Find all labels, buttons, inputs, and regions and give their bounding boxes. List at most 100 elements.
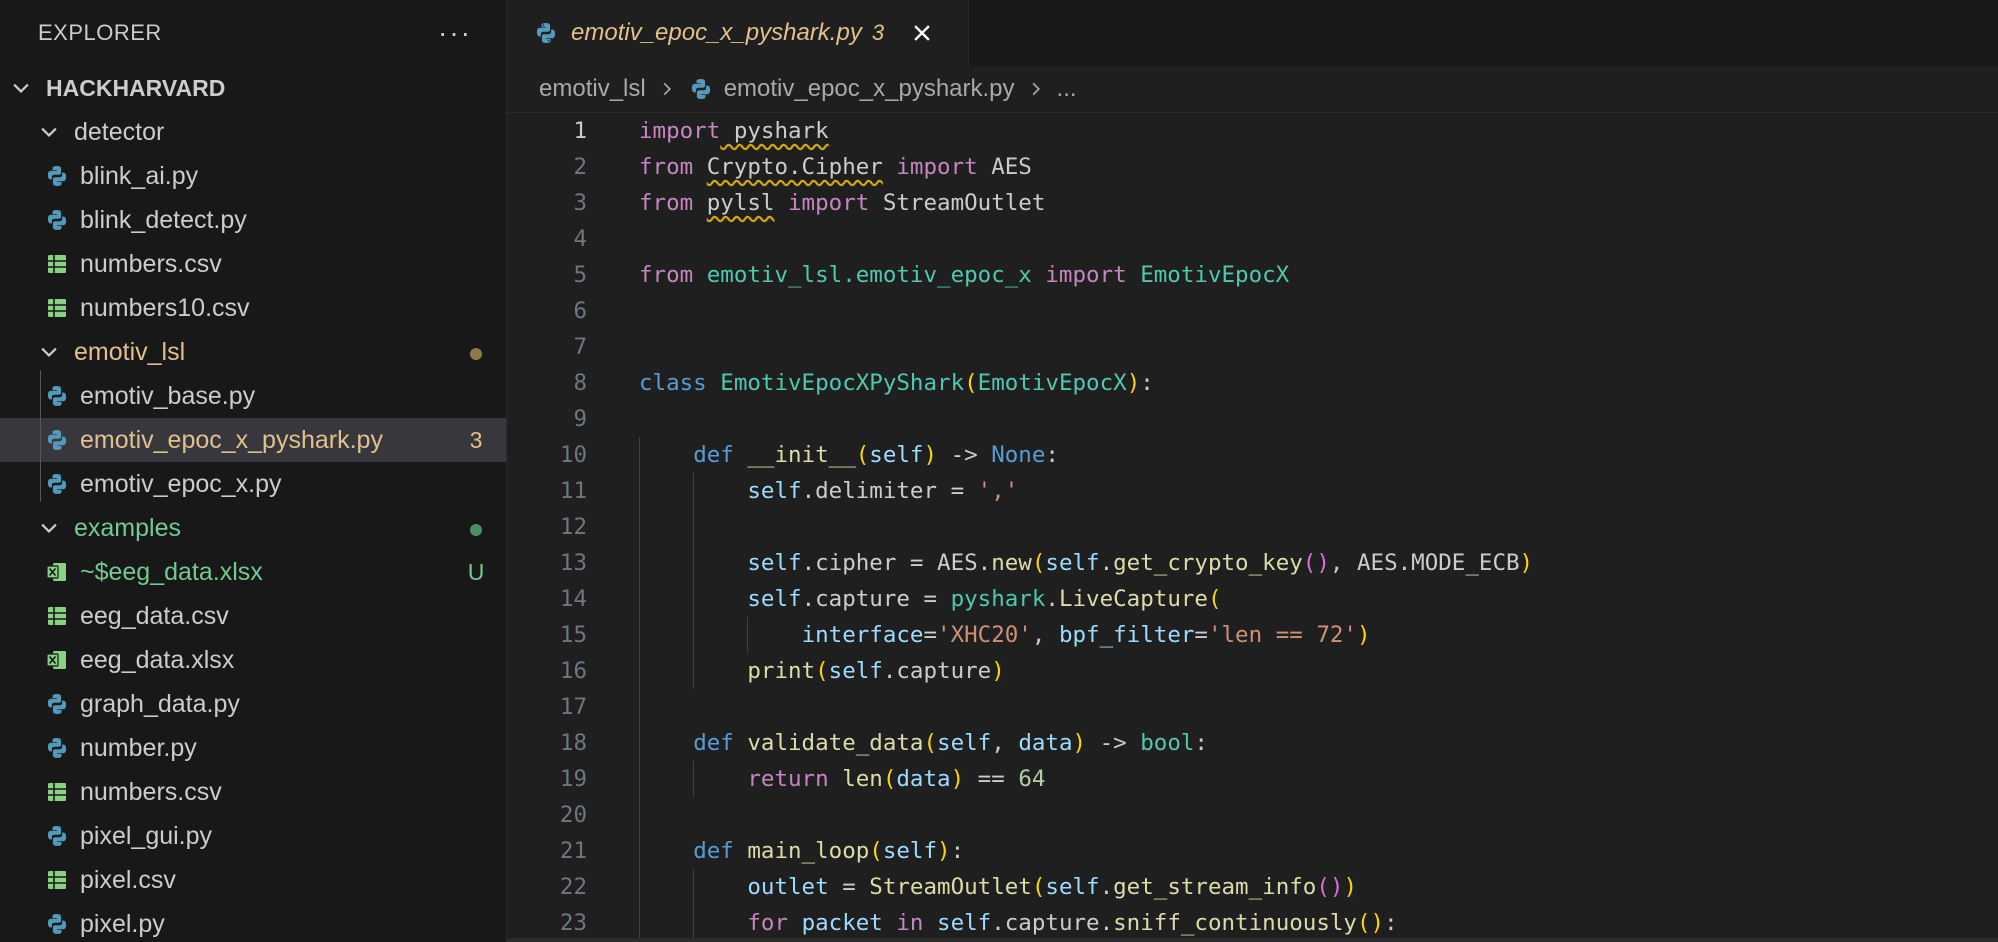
code-text: self.delimiter = ',' xyxy=(639,478,1018,504)
code-text: import pyshark xyxy=(639,118,829,144)
code-token: ',' xyxy=(977,478,1019,504)
breadcrumb-more[interactable]: ... xyxy=(1057,75,1077,103)
code-token: emotiv_lsl.emotiv_epoc_x xyxy=(706,262,1032,288)
indent-guide xyxy=(639,833,640,869)
code-line: 15 interface='XHC20', bpf_filter='len ==… xyxy=(507,617,1998,653)
file-item[interactable]: pixel.py xyxy=(0,902,506,942)
code-token: len xyxy=(842,766,883,792)
breadcrumb-file[interactable]: emotiv_epoc_x_pyshark.py xyxy=(688,75,1015,103)
line-number: 17 xyxy=(559,694,587,720)
code-token: ) xyxy=(923,442,938,468)
folder-item[interactable]: emotiv_lsl xyxy=(0,330,506,374)
code-token: pylsl xyxy=(706,190,775,216)
workspace-root[interactable]: HACKHARVARD xyxy=(0,66,506,110)
file-item[interactable]: eeg_data.xlsx xyxy=(0,638,506,682)
python-file-icon xyxy=(688,76,714,102)
code-token: in xyxy=(896,910,924,936)
file-item[interactable]: emotiv_epoc_x_pyshark.py 3 xyxy=(0,418,506,462)
tree-item-label: examples xyxy=(74,513,181,542)
code-token: print xyxy=(747,658,816,684)
file-item[interactable]: pixel.csv xyxy=(0,858,506,902)
indent-guide xyxy=(747,617,749,653)
code-token: def xyxy=(693,730,734,756)
python-file-icon xyxy=(44,823,70,849)
code-token: def xyxy=(693,442,734,468)
close-icon[interactable] xyxy=(910,21,934,45)
code-line: 12 xyxy=(507,509,1998,545)
tab-active-file[interactable]: emotiv_epoc_x_pyshark.py 3 xyxy=(507,0,969,66)
code-token: ( xyxy=(923,730,938,756)
code-token: self xyxy=(747,550,802,576)
tree-item-label: graph_data.py xyxy=(80,689,240,718)
file-item[interactable]: blink_detect.py xyxy=(0,198,506,242)
code-token: class xyxy=(639,370,707,396)
code-token: , AES.MODE_ECB xyxy=(1329,550,1520,576)
code-token: ( xyxy=(869,838,883,864)
folder-item[interactable]: examples xyxy=(0,506,506,550)
code-token: ) xyxy=(937,838,951,864)
python-file-icon xyxy=(44,691,70,717)
code-token: .capture. xyxy=(991,910,1114,936)
chevron-down-icon xyxy=(38,517,60,539)
code-token: ( xyxy=(1031,550,1046,576)
line-number: 1 xyxy=(573,118,587,144)
chevron-down-icon xyxy=(38,121,60,143)
file-item[interactable]: numbers.csv xyxy=(0,242,506,286)
line-number: 23 xyxy=(559,910,587,936)
code-token: .capture = xyxy=(801,586,951,612)
code-line: 1 import pyshark xyxy=(507,113,1998,149)
file-item[interactable]: number.py xyxy=(0,726,506,770)
indent-guide xyxy=(693,545,695,581)
code-line: 7 xyxy=(507,329,1998,365)
file-item[interactable]: eeg_data.csv xyxy=(0,594,506,638)
python-file-icon xyxy=(44,911,70,937)
tree-item-label: emotiv_lsl xyxy=(74,337,186,366)
tree-item-label: emotiv_epoc_x.py xyxy=(80,469,282,498)
breadcrumb: emotiv_lsl emotiv_epoc_x_pyshark.py ... xyxy=(507,66,1998,113)
line-number: 7 xyxy=(573,334,587,360)
indent-guide xyxy=(639,689,640,725)
line-number: 13 xyxy=(559,550,587,576)
code-text: class EmotivEpocXPyShark(EmotivEpocX): xyxy=(639,370,1154,396)
code-token: .cipher = AES. xyxy=(801,550,992,576)
code-token: () xyxy=(1356,910,1385,936)
code-token: from xyxy=(639,190,694,216)
line-number: 8 xyxy=(573,370,587,396)
tree-item-label: numbers10.csv xyxy=(80,293,250,322)
file-item[interactable]: blink_ai.py xyxy=(0,154,506,198)
horizontal-scrollbar[interactable] xyxy=(507,938,1998,942)
code-token: self xyxy=(882,838,938,864)
code-editor[interactable]: 1 import pyshark 2 from Crypto.Cipher impor… xyxy=(507,113,1998,941)
file-item[interactable]: pixel_gui.py xyxy=(0,814,506,858)
code-token: None xyxy=(991,442,1046,468)
line-number: 12 xyxy=(559,514,587,540)
file-item[interactable]: numbers10.csv xyxy=(0,286,506,330)
code-token: , xyxy=(1031,622,1059,648)
tree-item-label: blink_detect.py xyxy=(80,205,247,234)
code-token: __init__ xyxy=(747,442,856,468)
file-item[interactable]: numbers.csv xyxy=(0,770,506,814)
file-item[interactable]: emotiv_epoc_x.py xyxy=(0,462,506,506)
file-item[interactable]: graph_data.py xyxy=(0,682,506,726)
code-token: EmotivEpocX xyxy=(977,370,1127,396)
excel-file-icon xyxy=(44,559,70,585)
file-item[interactable]: emotiv_base.py xyxy=(0,374,506,418)
more-actions-icon[interactable]: ··· xyxy=(438,17,472,49)
code-text: interface='XHC20', bpf_filter='len == 72… xyxy=(639,622,1371,648)
status-badge: 3 xyxy=(469,426,483,453)
line-number: 10 xyxy=(559,442,587,468)
line-number: 5 xyxy=(573,262,587,288)
code-token: validate_data xyxy=(747,730,924,756)
python-file-icon xyxy=(44,427,70,453)
line-number: 3 xyxy=(573,190,587,216)
code-token: .delimiter = xyxy=(801,478,978,504)
breadcrumb-folder[interactable]: emotiv_lsl xyxy=(539,75,646,103)
code-token: ) xyxy=(950,766,965,792)
folder-item[interactable]: detector xyxy=(0,110,506,154)
file-item[interactable]: ~$eeg_data.xlsx U xyxy=(0,550,506,594)
python-file-icon xyxy=(44,163,70,189)
